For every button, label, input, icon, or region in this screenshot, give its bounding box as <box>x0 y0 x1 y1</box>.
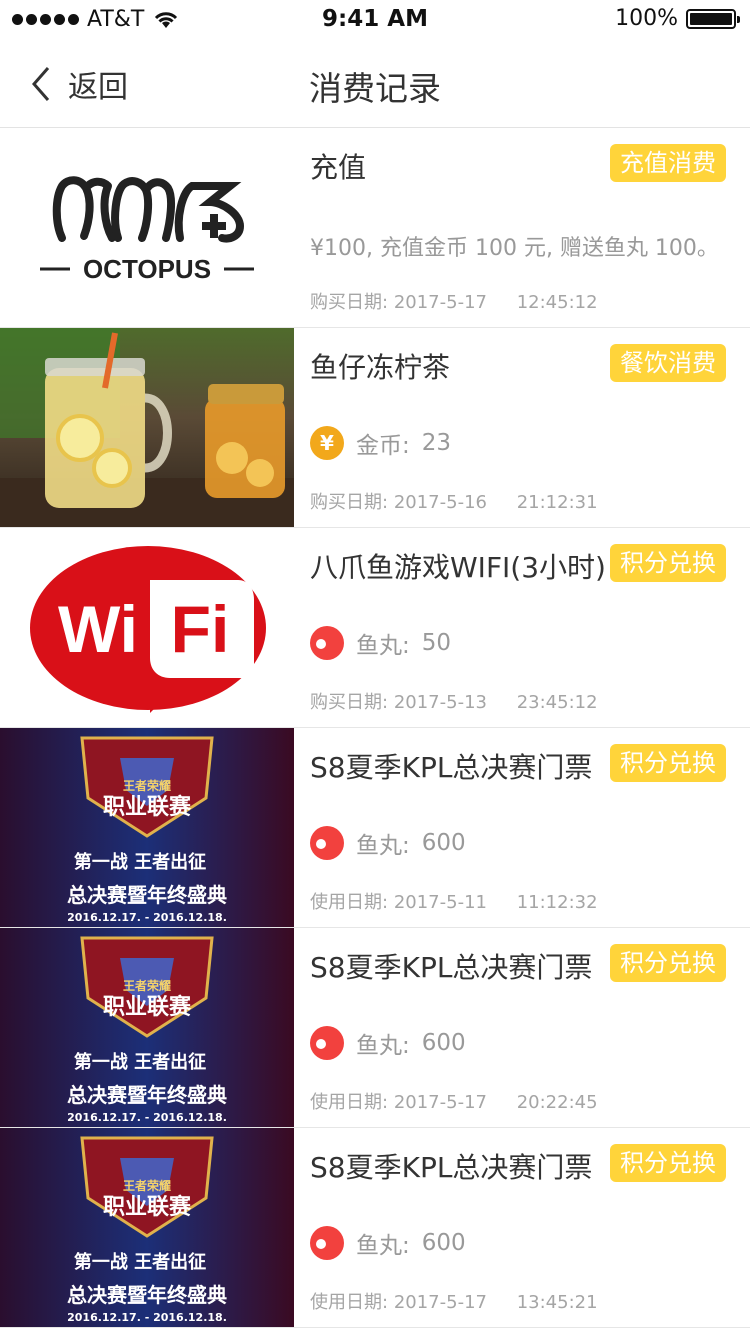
category-tag: 餐饮消费 <box>610 344 726 382</box>
record-date: 使用日期: 2017-5-17 20:22:45 <box>310 1088 598 1114</box>
date-label: 使用日期: <box>310 1292 389 1313</box>
poster-title: 职业联赛 <box>103 794 192 820</box>
record-title: 充值 <box>310 151 367 184</box>
date-label: 购买日期: <box>310 292 389 313</box>
lemon-tea-photo <box>0 328 294 527</box>
fishball-icon <box>310 626 344 660</box>
octopus-logo-text: OCTOPUS <box>83 254 211 284</box>
coin-icon: ¥ <box>310 426 344 460</box>
amount-value: 600 <box>421 1230 466 1256</box>
poster-subtitle: 王者荣耀 <box>123 1178 171 1193</box>
kpl-poster: 王者荣耀 职业联赛 第一战 王者出征 总决赛暨年终盛典 2016.12.17. … <box>0 728 294 927</box>
wifi-logo: Wi Fi <box>0 528 294 727</box>
currency-label: 鱼丸: <box>356 833 410 859</box>
record-title: 鱼仔冻柠茶 <box>310 351 451 384</box>
date-value: 2017-5-13 <box>393 692 487 713</box>
battery-percent: 100% <box>615 6 678 31</box>
date-value: 2017-5-16 <box>393 492 487 513</box>
fishball-icon <box>310 1026 344 1060</box>
record-title: 八爪鱼游戏WIFI(3小时) <box>310 551 606 584</box>
time-value: 20:22:45 <box>516 1092 598 1113</box>
amount-value: 600 <box>421 1030 466 1056</box>
category-tag: 积分兑换 <box>610 544 726 582</box>
category-tag: 充值消费 <box>610 144 726 182</box>
poster-subtitle: 王者荣耀 <box>123 778 171 793</box>
wifi-text-wi: Wi <box>58 592 138 666</box>
time-value: 23:45:12 <box>516 692 598 713</box>
date-value: 2017-5-11 <box>393 892 487 913</box>
time-value: 21:12:31 <box>516 492 598 513</box>
date-label: 使用日期: <box>310 1092 389 1113</box>
record-date: 使用日期: 2017-5-17 13:45:21 <box>310 1288 598 1314</box>
kpl-poster: 王者荣耀 职业联赛 第一战 王者出征 总决赛暨年终盛典 2016.12.17. … <box>0 1128 294 1327</box>
currency-label: 金币: <box>356 433 410 459</box>
poster-subtitle: 王者荣耀 <box>123 978 171 993</box>
record-title: S8夏季KPL总决赛门票 <box>310 951 593 984</box>
status-bar: AT&T 9:41 AM 100% <box>0 0 750 40</box>
record-date: 购买日期: 2017-5-17 12:45:12 <box>310 288 598 314</box>
time-value: 12:45:12 <box>516 292 598 313</box>
record-row[interactable]: 鱼仔冻柠茶 餐饮消费 ¥ 金币: 23 购买日期: 2017-5-16 21:1… <box>0 328 750 528</box>
currency-label: 鱼丸: <box>356 1033 410 1059</box>
date-label: 使用日期: <box>310 892 389 913</box>
category-tag: 积分兑换 <box>610 744 726 782</box>
poster-event: 总决赛暨年终盛典 <box>67 1283 227 1307</box>
nav-bar: 返回 消费记录 <box>0 40 750 128</box>
fishball-icon <box>310 826 344 860</box>
currency-label: 鱼丸: <box>356 633 410 659</box>
poster-date: 2016.12.17. - 2016.12.18. <box>67 911 227 924</box>
date-value: 2017-5-17 <box>393 292 487 313</box>
record-price: 鱼丸: 600 <box>310 826 466 860</box>
poster-date: 2016.12.17. - 2016.12.18. <box>67 1111 227 1124</box>
kpl-poster: 王者荣耀 职业联赛 第一战 王者出征 总决赛暨年终盛典 2016.12.17. … <box>0 928 294 1127</box>
wifi-text-fi: Fi <box>171 592 230 666</box>
amount-value: 600 <box>421 830 466 856</box>
page-title: 消费记录 <box>309 69 441 108</box>
date-value: 2017-5-17 <box>393 1092 487 1113</box>
record-price: 鱼丸: 600 <box>310 1026 466 1060</box>
record-row[interactable]: OCTOPUS 充值 充值消费 ¥100, 充值金币 100 元, 赠送鱼丸 1… <box>0 128 750 328</box>
time-value: 11:12:32 <box>516 892 598 913</box>
record-date: 购买日期: 2017-5-16 21:12:31 <box>310 488 598 514</box>
poster-tagline: 第一战 王者出征 <box>74 851 206 873</box>
amount-value: 50 <box>421 630 452 656</box>
poster-event: 总决赛暨年终盛典 <box>67 1083 227 1107</box>
currency-label: 鱼丸: <box>356 1233 410 1259</box>
octopus-logo: OCTOPUS <box>0 128 294 327</box>
battery-icon <box>686 8 740 29</box>
record-date: 使用日期: 2017-5-11 11:12:32 <box>310 888 598 914</box>
poster-title: 职业联赛 <box>103 1194 192 1220</box>
date-label: 购买日期: <box>310 492 389 513</box>
amount-value: 23 <box>421 430 452 456</box>
record-title: S8夏季KPL总决赛门票 <box>310 1151 593 1184</box>
category-tag: 积分兑换 <box>610 1144 726 1182</box>
record-row[interactable]: 王者荣耀 职业联赛 第一战 王者出征 总决赛暨年终盛典 2016.12.17. … <box>0 928 750 1128</box>
date-value: 2017-5-17 <box>393 1292 487 1313</box>
poster-date: 2016.12.17. - 2016.12.18. <box>67 1311 227 1324</box>
date-label: 购买日期: <box>310 692 389 713</box>
poster-tagline: 第一战 王者出征 <box>74 1251 206 1273</box>
record-row[interactable]: 王者荣耀 职业联赛 第一战 王者出征 总决赛暨年终盛典 2016.12.17. … <box>0 1128 750 1328</box>
record-title: S8夏季KPL总决赛门票 <box>310 751 593 784</box>
poster-title: 职业联赛 <box>103 994 192 1020</box>
poster-tagline: 第一战 王者出征 <box>74 1051 206 1073</box>
record-list: OCTOPUS 充值 充值消费 ¥100, 充值金币 100 元, 赠送鱼丸 1… <box>0 128 750 1328</box>
record-price: 鱼丸: 600 <box>310 1226 466 1260</box>
time-value: 13:45:21 <box>516 1292 598 1313</box>
record-price: ¥ 金币: 23 <box>310 426 451 460</box>
record-row[interactable]: 王者荣耀 职业联赛 第一战 王者出征 总决赛暨年终盛典 2016.12.17. … <box>0 728 750 928</box>
record-description: ¥100, 充值金币 100 元, 赠送鱼丸 100。 <box>310 236 719 261</box>
record-row[interactable]: Wi Fi 八爪鱼游戏WIFI(3小时) 积分兑换 鱼丸: 50 购买日期: 2… <box>0 528 750 728</box>
record-price: 鱼丸: 50 <box>310 626 451 660</box>
record-date: 购买日期: 2017-5-13 23:45:12 <box>310 688 598 714</box>
fishball-icon <box>310 1226 344 1260</box>
category-tag: 积分兑换 <box>610 944 726 982</box>
poster-event: 总决赛暨年终盛典 <box>67 883 227 907</box>
